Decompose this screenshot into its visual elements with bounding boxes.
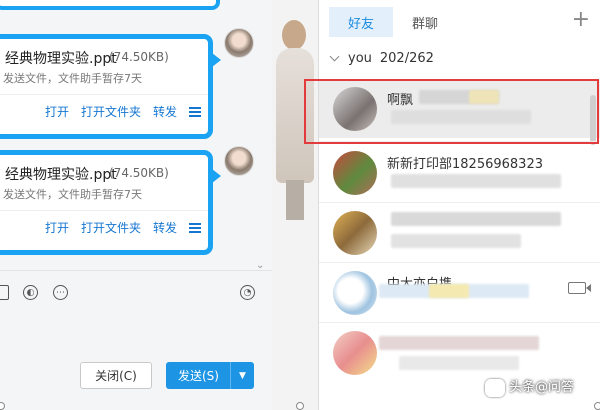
background-figure-body <box>276 48 314 183</box>
blurred-text <box>391 234 521 248</box>
add-icon[interactable]: + <box>572 9 590 31</box>
more-menu-icon[interactable] <box>189 222 202 233</box>
contact-avatar <box>333 151 377 195</box>
blurred-text <box>391 212 561 226</box>
contact-item[interactable] <box>319 324 600 382</box>
contact-name: 新新打印部18256968323 <box>387 157 543 172</box>
file-note: 发送文件，文件助手暂存7天 <box>3 72 142 85</box>
forward-link[interactable]: 转发 <box>153 219 177 236</box>
contact-avatar <box>333 87 377 131</box>
open-folder-link[interactable]: 打开文件夹 <box>81 219 141 236</box>
contact-avatar <box>333 211 377 255</box>
file-message-card[interactable]: 经典物理实验.ppt (74.50KB) 发送文件，文件助手暂存7天 打开 打开… <box>0 150 221 255</box>
contact-avatar <box>333 271 377 315</box>
file-size: (74.50KB) <box>109 50 169 64</box>
blurred-text <box>399 356 519 370</box>
history-clock-icon[interactable]: ◔ <box>240 285 255 300</box>
watermark: 头条@问答 <box>485 376 574 397</box>
friend-group-header[interactable]: you 202/262 <box>329 51 434 66</box>
desktop-backdrop <box>272 0 318 410</box>
tab-groups[interactable]: 群聊 <box>401 7 449 37</box>
contact-item[interactable]: 中大亦白携 <box>319 264 600 322</box>
row-divider <box>319 262 600 263</box>
sender-avatar[interactable] <box>224 28 254 58</box>
resize-handle[interactable] <box>594 402 600 410</box>
open-file-link[interactable]: 打开 <box>45 103 69 120</box>
contact-item[interactable] <box>319 204 600 262</box>
group-count: 202/262 <box>379 51 434 66</box>
chat-area: 经典物理实验.ppt (74.50KB) 发送文件，文件助手暂存7天 打开 打开… <box>0 0 272 410</box>
blurred-text <box>391 174 561 188</box>
send-button[interactable]: 发送(S) ▼ <box>166 362 254 389</box>
more-menu-icon[interactable] <box>189 106 202 117</box>
card-divider <box>0 94 208 95</box>
send-label: 发送(S) <box>178 369 219 383</box>
screenshot-icon[interactable] <box>0 285 9 300</box>
file-actions: 打开 打开文件夹 转发 <box>45 219 202 236</box>
contact-item[interactable]: 新新打印部18256968323 <box>319 144 600 202</box>
file-name: 经典物理实验.ppt <box>5 167 117 183</box>
open-file-link[interactable]: 打开 <box>45 219 69 236</box>
open-folder-link[interactable]: 打开文件夹 <box>81 103 141 120</box>
send-options-chevron-icon[interactable]: ▼ <box>230 362 254 389</box>
input-divider <box>0 270 272 271</box>
background-figure <box>282 20 306 50</box>
chevron-down-icon <box>329 51 340 62</box>
contact-item[interactable]: 啊飘 <box>319 80 600 138</box>
blurred-text <box>379 336 539 350</box>
resize-handle[interactable] <box>296 402 304 410</box>
file-actions: 打开 打开文件夹 转发 <box>45 103 202 120</box>
file-note: 发送文件，文件助手暂存7天 <box>3 188 142 201</box>
previous-message-bubble <box>0 0 220 10</box>
contact-avatar <box>333 331 377 375</box>
video-call-icon[interactable] <box>568 282 591 294</box>
blurred-text <box>391 110 531 124</box>
contacts-panel: 好友 群聊 + you 202/262 啊飘 新新打印部18256968323 … <box>318 0 600 410</box>
background-figure-legs <box>286 180 304 220</box>
watermark-logo-icon <box>485 378 505 397</box>
file-size: (74.50KB) <box>109 166 169 180</box>
row-divider <box>319 202 600 203</box>
file-name: 经典物理实验.ppt <box>5 51 117 67</box>
scrollbar[interactable] <box>590 95 596 145</box>
blurred-text <box>429 284 469 298</box>
voice-icon[interactable]: ◐ <box>23 285 38 300</box>
row-divider <box>319 141 600 142</box>
row-divider <box>319 322 600 323</box>
group-name: you <box>348 51 372 66</box>
blurred-text <box>469 90 499 104</box>
card-divider <box>0 210 208 211</box>
message-input[interactable] <box>0 304 272 410</box>
contact-name: 啊飘 <box>387 93 414 108</box>
watermark-text: 头条@问答 <box>509 380 575 395</box>
forward-link[interactable]: 转发 <box>153 103 177 120</box>
more-tools-icon[interactable]: ⋯ <box>53 285 68 300</box>
tab-friends[interactable]: 好友 <box>329 7 393 37</box>
file-message-card[interactable]: 经典物理实验.ppt (74.50KB) 发送文件，文件助手暂存7天 打开 打开… <box>0 34 221 139</box>
close-button[interactable]: 关闭(C) <box>80 362 152 389</box>
sender-avatar[interactable] <box>224 146 254 176</box>
